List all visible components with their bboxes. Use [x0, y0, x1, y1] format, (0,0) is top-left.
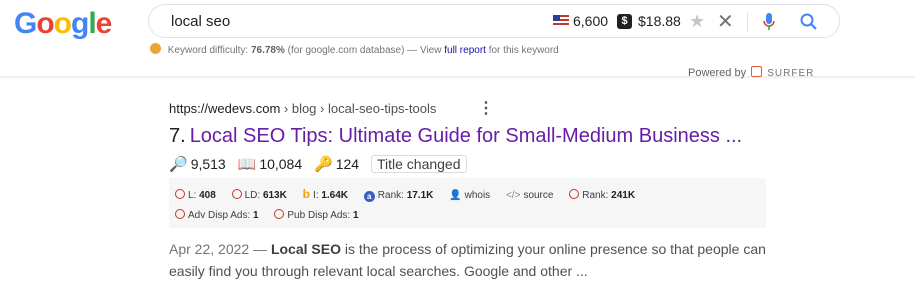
cost-per-click: $18.88 — [638, 13, 681, 29]
stat-indexed[interactable]: b I: 1.64K — [303, 187, 348, 201]
more-options-icon[interactable]: ⋮ — [478, 98, 494, 118]
stat-label: LD: — [244, 190, 261, 201]
metric-searches-value: 9,513 — [190, 156, 226, 172]
logo-letter: l — [88, 7, 96, 40]
magnifier-icon: 🔎 — [169, 156, 188, 173]
kd-value: 76.78% — [250, 45, 285, 56]
result-snippet: Apr 22, 2022 — Local SEO is the process … — [169, 238, 789, 282]
search-input[interactable]: local seo — [171, 13, 230, 30]
semrush-icon — [175, 209, 185, 219]
stat-value: 1 — [352, 210, 359, 221]
result-title[interactable]: 7. Local SEO Tips: Ultimate Guide for Sma… — [169, 125, 742, 148]
stat-linking-domains[interactable]: LD: 613K — [231, 189, 287, 201]
keyword-difficulty-icon — [150, 43, 161, 54]
snippet-date: Apr 22, 2022 — — [169, 241, 268, 257]
stat-pub-disp-ads[interactable]: Pub Disp Ads: 1 — [274, 209, 359, 221]
powered-by-surfer[interactable]: Powered by SURFER — [688, 66, 814, 79]
moz-icon — [231, 189, 242, 199]
stat-label: Pub Disp Ads: — [287, 210, 351, 221]
stat-semrush-rank[interactable]: Rank: 241K — [569, 189, 635, 201]
key-icon: 🔑 — [314, 156, 333, 173]
stat-label: Rank: — [582, 190, 609, 201]
kd-suffix: for this keyword — [488, 45, 559, 56]
search-header: Google local seo 6,600 $ $18.88 ★ ✕ Keyw… — [0, 0, 915, 79]
metric-pages-value: 10,084 — [259, 156, 303, 172]
metric-searches: 🔎 9,513 — [169, 155, 226, 173]
moz-icon — [175, 189, 185, 199]
stat-label: I: — [312, 190, 319, 201]
close-icon[interactable]: ✕ — [717, 9, 734, 34]
logo-letter: o — [36, 7, 54, 40]
alexa-icon: a — [363, 191, 375, 202]
url-host: https://wedevs.com — [169, 101, 281, 116]
logo-letter: o — [53, 7, 72, 40]
result-title-link[interactable]: Local SEO Tips: Ultimate Guide for Small… — [190, 125, 742, 147]
source-label: source — [523, 190, 554, 201]
stat-label: Adv Disp Ads: — [188, 210, 251, 221]
logo-letter: G — [14, 7, 37, 40]
stat-value: 1.64K — [321, 190, 348, 201]
star-icon[interactable]: ★ — [689, 11, 705, 32]
full-report-link[interactable]: full report — [444, 45, 486, 56]
search-icon[interactable] — [799, 12, 819, 32]
seo-stats-bar: L: 408 LD: 613K b I: 1.64K a Rank: 17.1K 👤… — [169, 178, 766, 228]
result-rank: 7. — [169, 125, 186, 147]
stat-value: 408 — [199, 190, 216, 201]
surfer-brand: SURFER — [767, 68, 815, 79]
result-metrics: 🔎 9,513 📖 10,084 🔑 124 Title changed — [169, 155, 467, 173]
logo-letter: g — [71, 7, 89, 40]
stat-label: Rank: — [377, 190, 404, 201]
google-logo[interactable]: Google — [14, 7, 113, 41]
search-volume: 6,600 — [573, 13, 609, 29]
code-icon: </> — [505, 190, 521, 201]
microphone-icon[interactable] — [762, 13, 776, 31]
source-link[interactable]: </> source — [506, 190, 553, 201]
powered-label: Powered by — [688, 67, 747, 79]
stat-value: 613K — [262, 190, 287, 201]
kd-db-note: (for google.com database) — View — [287, 45, 442, 56]
whois-link[interactable]: 👤 whois — [449, 190, 490, 201]
logo-letter: e — [95, 7, 113, 40]
user-icon: 👤 — [449, 190, 462, 201]
metric-keywords-value: 124 — [335, 156, 360, 172]
bing-icon: b — [302, 187, 310, 201]
seo-stats-row: Adv Disp Ads: 1 Pub Disp Ads: 1 — [175, 209, 372, 221]
snippet-highlight: Local SEO — [270, 241, 341, 257]
kd-label: Keyword difficulty: — [167, 45, 249, 56]
title-changed-badge: Title changed — [370, 155, 467, 173]
seo-stats-row: L: 408 LD: 613K b I: 1.64K a Rank: 17.1K 👤… — [175, 187, 648, 202]
whois-label: whois — [464, 190, 491, 201]
search-divider — [747, 12, 748, 32]
semrush-icon — [274, 209, 285, 219]
stat-label: L: — [188, 190, 197, 201]
keyword-difficulty: Keyword difficulty: 76.78% (for google.c… — [150, 43, 559, 56]
surfer-logo-icon — [751, 66, 763, 77]
stat-links[interactable]: L: 408 — [175, 189, 216, 201]
metric-keywords: 🔑 124 — [314, 155, 359, 173]
search-box[interactable]: local seo 6,600 $ $18.88 ★ ✕ — [148, 4, 840, 38]
metric-pages: 📖 10,084 — [238, 155, 303, 173]
result-url[interactable]: https://wedevs.com › blog › local-seo-ti… — [169, 101, 436, 116]
stat-alexa-rank[interactable]: a Rank: 17.1K — [363, 190, 434, 202]
stat-value: 241K — [611, 190, 636, 201]
dollar-icon: $ — [617, 14, 632, 29]
url-path: › blog › local-seo-tips-tools — [280, 101, 437, 116]
stat-value: 1 — [253, 210, 259, 221]
stat-value: 17.1K — [406, 190, 434, 201]
semrush-icon — [569, 189, 580, 199]
us-flag-icon — [553, 15, 569, 27]
book-icon: 📖 — [237, 156, 257, 173]
stat-adv-disp-ads[interactable]: Adv Disp Ads: 1 — [175, 209, 259, 221]
